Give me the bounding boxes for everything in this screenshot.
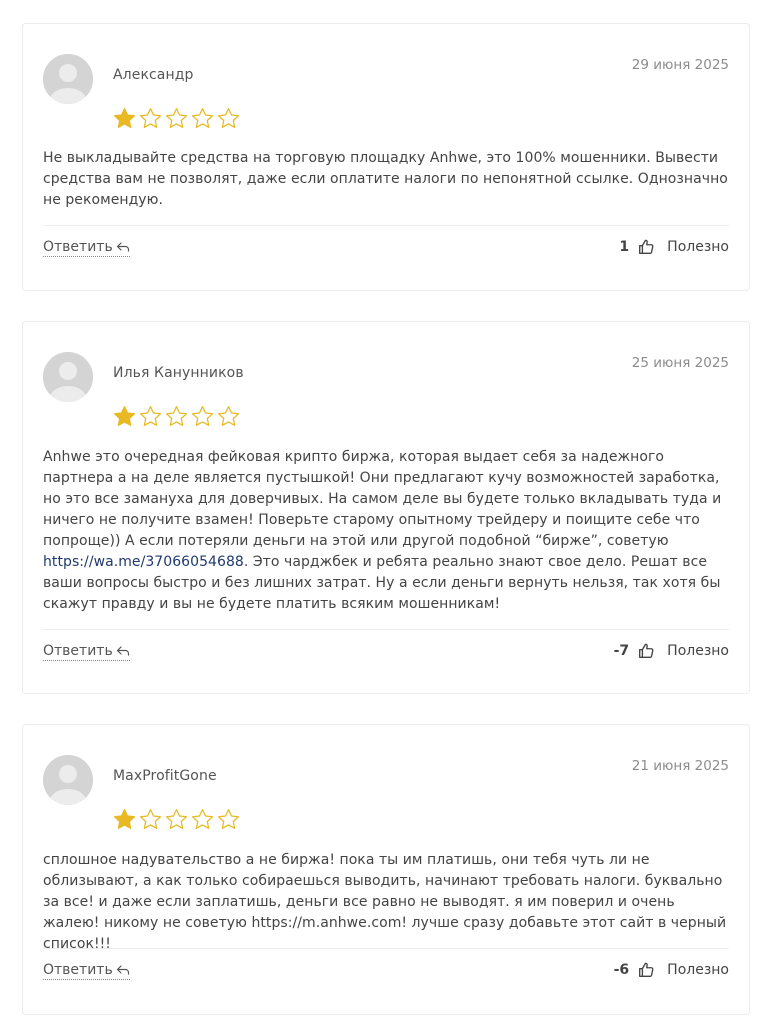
star-filled-icon [113, 808, 136, 829]
star-empty-icon [217, 808, 240, 829]
vote-count: 1 [619, 239, 630, 255]
star-empty-icon [139, 808, 162, 829]
review-text: Не выкладывайте средства на торговую пло… [43, 150, 728, 208]
star-empty-icon [217, 107, 240, 128]
helpful-button[interactable]: Полезно [667, 643, 729, 659]
star-empty-icon [217, 405, 240, 426]
review-card: Илья Канунников 25 июня 2025 Anhwe это о… [22, 321, 750, 694]
reply-button[interactable]: Ответить [43, 962, 130, 980]
star-empty-icon [191, 808, 214, 829]
review-date: 25 июня 2025 [631, 355, 729, 371]
avatar [43, 755, 93, 805]
thumbs-up-icon[interactable] [637, 961, 655, 979]
vote-area: -6 Полезно [614, 961, 729, 979]
reply-label: Ответить [43, 962, 113, 978]
vote-count: -6 [613, 962, 630, 978]
review-text: сплошное надувательство а не биржа! пока… [43, 852, 727, 952]
vote-area: -7 Полезно [614, 642, 729, 660]
thumbs-up-icon[interactable] [637, 238, 655, 256]
vote-area: 1 Полезно [619, 238, 729, 256]
helpful-button[interactable]: Полезно [667, 239, 729, 255]
reply-label: Ответить [43, 239, 113, 255]
review-date: 21 июня 2025 [631, 758, 729, 774]
reply-arrow-icon [116, 965, 129, 975]
review-author: Илья Канунников [113, 365, 244, 381]
review-text-part: Anhwe это очередная фейковая крипто бирж… [43, 449, 722, 549]
star-empty-icon [139, 107, 162, 128]
avatar [43, 54, 93, 104]
reply-button[interactable]: Ответить [43, 643, 130, 661]
review-author: MaxProfitGone [113, 768, 217, 784]
divider [43, 225, 729, 226]
reply-label: Ответить [43, 643, 113, 659]
rating-stars [112, 807, 241, 832]
reply-arrow-icon [116, 646, 129, 656]
divider [43, 948, 729, 949]
review-card: MaxProfitGone 21 июня 2025 сплошное наду… [22, 724, 750, 1015]
review-link[interactable]: https://wa.me/37066054688 [43, 554, 244, 570]
vote-count: -7 [613, 643, 630, 659]
star-empty-icon [165, 107, 188, 128]
star-empty-icon [165, 405, 188, 426]
review-card: Александр 29 июня 2025 Не выкладывайте с… [22, 23, 750, 291]
star-empty-icon [191, 405, 214, 426]
rating-stars [112, 106, 241, 131]
review-date: 29 июня 2025 [631, 57, 729, 73]
star-empty-icon [165, 808, 188, 829]
reply-button[interactable]: Ответить [43, 239, 130, 257]
star-empty-icon [139, 405, 162, 426]
review-text: Anhwe это очередная фейковая крипто бирж… [43, 447, 731, 615]
thumbs-up-icon[interactable] [637, 642, 655, 660]
reply-arrow-icon [116, 242, 129, 252]
divider [43, 629, 729, 630]
star-filled-icon [113, 405, 136, 426]
star-empty-icon [191, 107, 214, 128]
star-filled-icon [113, 107, 136, 128]
helpful-button[interactable]: Полезно [667, 962, 729, 978]
rating-stars [112, 404, 241, 429]
review-author: Александр [113, 67, 194, 83]
avatar [43, 352, 93, 402]
